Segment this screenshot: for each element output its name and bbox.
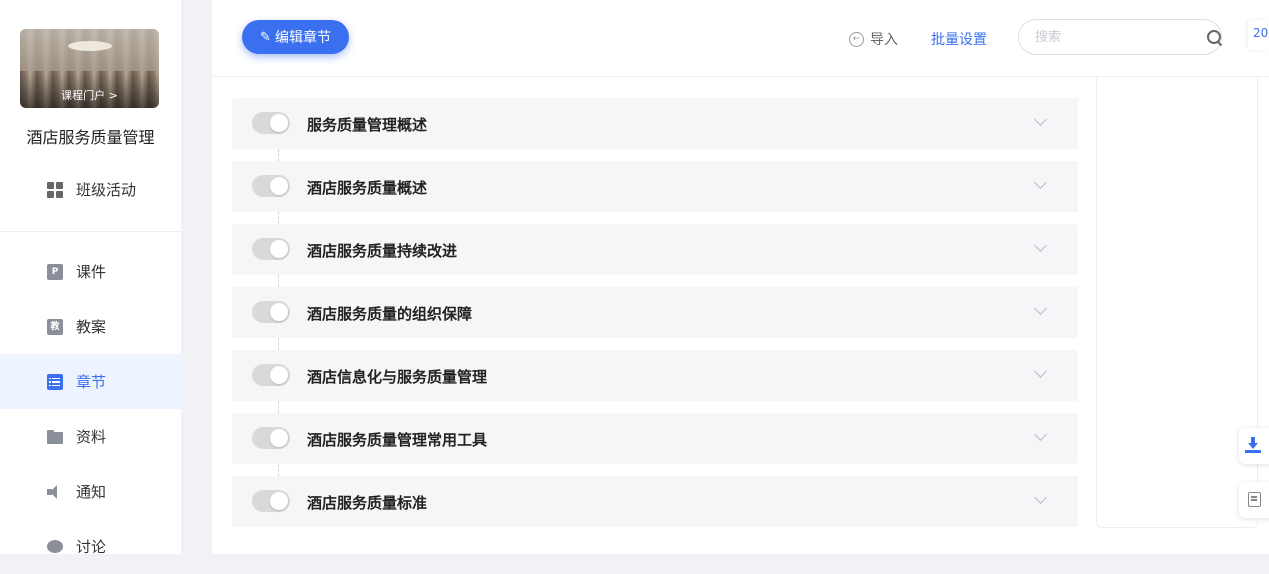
- note-float-button[interactable]: [1239, 482, 1269, 518]
- import-label: 导入: [870, 32, 898, 48]
- chat-bubble-icon: [47, 540, 63, 553]
- speaker-icon: [47, 484, 63, 500]
- import-button[interactable]: ← 导入: [849, 29, 898, 49]
- chapter-toggle[interactable]: [252, 238, 290, 260]
- chapter-title: 酒店服务质量的组织保障: [307, 305, 473, 323]
- search-box[interactable]: [1018, 19, 1222, 55]
- edit-chapters-label: 编辑章节: [274, 30, 331, 46]
- sidebar-item-chapters[interactable]: 章节: [0, 354, 181, 409]
- chapter-title: 服务质量管理概述: [307, 116, 428, 134]
- cover-chandelier: [68, 41, 112, 51]
- side-info-card: [1096, 76, 1258, 528]
- chevron-down-icon[interactable]: [1034, 428, 1047, 441]
- chevron-down-icon[interactable]: [1034, 302, 1047, 315]
- chevron-down-icon[interactable]: [1034, 176, 1047, 189]
- sidebar-item-notices[interactable]: 通知: [0, 464, 181, 519]
- chapter-row[interactable]: 酒店服务质量持续改进: [232, 224, 1078, 275]
- course-portal-link[interactable]: 课程门户 >: [20, 87, 159, 103]
- edit-icon: ✎: [260, 29, 271, 45]
- main-panel: 服务质量管理概述 酒店服务质量概述 酒店服务质量持续改进 酒店服务质量的组织保障…: [212, 0, 1269, 554]
- chapter-connector: [278, 212, 279, 224]
- sidebar-item-label: 通知: [76, 483, 107, 501]
- folder-icon: [47, 429, 63, 444]
- lesson-plan-icon: 教: [47, 318, 63, 335]
- chapter-list-icon: [47, 373, 63, 390]
- sidebar-item-label: 章节: [76, 373, 107, 391]
- chevron-down-icon[interactable]: [1034, 239, 1047, 252]
- sidebar-item-label: 教案: [76, 318, 107, 336]
- chapter-toggle[interactable]: [252, 175, 290, 197]
- note-icon: [1248, 492, 1261, 507]
- chapter-toggle[interactable]: [252, 112, 290, 134]
- sidebar-item-label: 班级活动: [76, 181, 137, 199]
- toolbar: ✎ 编辑章节 ← 导入 批量设置 20: [212, 0, 1269, 77]
- sidebar-item-courseware[interactable]: P 课件: [0, 244, 181, 299]
- chevron-down-icon[interactable]: [1034, 491, 1047, 504]
- chapter-toggle[interactable]: [252, 364, 290, 386]
- chapter-toggle[interactable]: [252, 427, 290, 449]
- chapter-title: 酒店服务质量标准: [307, 494, 428, 512]
- chapter-connector: [278, 275, 279, 287]
- right-edge-tab[interactable]: 20: [1248, 20, 1269, 50]
- sidebar-item-materials[interactable]: 资料: [0, 409, 181, 464]
- chapter-title: 酒店服务质量持续改进: [307, 242, 458, 260]
- sidebar: 课程门户 > 酒店服务质量管理 班级活动 P 课件 教 教案 章节 资料 通知 …: [0, 0, 181, 556]
- course-cover-image[interactable]: 课程门户 >: [20, 29, 159, 108]
- search-input[interactable]: [1033, 28, 1207, 46]
- sidebar-item-discussion[interactable]: 讨论: [0, 519, 181, 574]
- chevron-down-icon[interactable]: [1034, 365, 1047, 378]
- import-icon: ←: [849, 31, 864, 47]
- sidebar-divider: [0, 231, 181, 232]
- chapter-title: 酒店信息化与服务质量管理: [307, 368, 488, 386]
- chapter-row[interactable]: 酒店服务质量管理常用工具: [232, 413, 1078, 464]
- batch-settings-link[interactable]: 批量设置: [931, 29, 987, 49]
- chapter-toggle[interactable]: [252, 490, 290, 512]
- course-name: 酒店服务质量管理: [26, 128, 155, 147]
- edit-chapters-button[interactable]: ✎ 编辑章节: [242, 20, 349, 54]
- chapter-toggle[interactable]: [252, 301, 290, 323]
- chapter-title: 酒店服务质量管理常用工具: [307, 431, 488, 449]
- chevron-down-icon[interactable]: [1034, 113, 1047, 126]
- sidebar-item-class-activity[interactable]: 班级活动: [0, 162, 181, 217]
- grid-icon: [47, 181, 63, 198]
- sidebar-item-lesson-plan[interactable]: 教 教案: [0, 299, 181, 354]
- chapter-row[interactable]: 酒店服务质量标准: [232, 476, 1078, 527]
- ppt-icon: P: [47, 263, 63, 280]
- chapter-row[interactable]: 酒店服务质量的组织保障: [232, 287, 1078, 338]
- chapter-connector: [278, 149, 279, 161]
- sidebar-item-label: 课件: [76, 263, 107, 281]
- download-tray: [1245, 450, 1261, 453]
- chapter-row[interactable]: 酒店信息化与服务质量管理: [232, 350, 1078, 401]
- chapter-connector: [278, 338, 279, 350]
- chapter-title: 酒店服务质量概述: [307, 179, 428, 197]
- chapter-row[interactable]: 酒店服务质量概述: [232, 161, 1078, 212]
- sidebar-item-label: 资料: [76, 428, 107, 446]
- download-float-button[interactable]: [1239, 428, 1269, 464]
- chapter-connector: [278, 464, 279, 476]
- chapter-connector: [278, 401, 279, 413]
- chapter-row[interactable]: 服务质量管理概述: [232, 98, 1078, 149]
